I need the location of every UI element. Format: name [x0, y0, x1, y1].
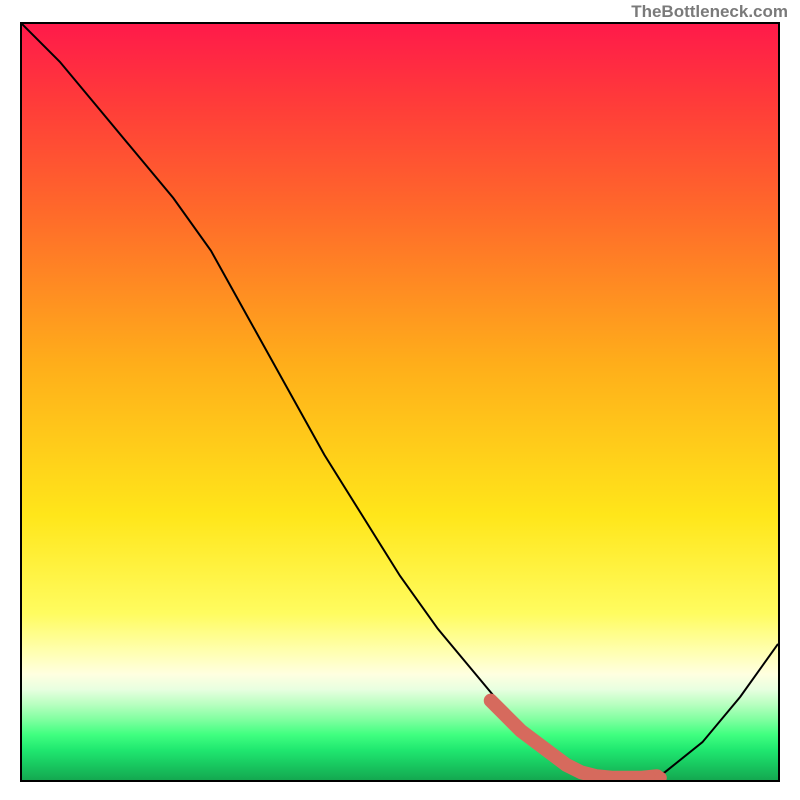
- chart-overlay: [22, 24, 778, 780]
- chart-plot-area: [20, 22, 780, 782]
- highlight-stroke: [491, 701, 657, 778]
- chart-curve: [22, 24, 778, 780]
- chart-highlight-segment: [491, 701, 667, 780]
- watermark-text: TheBottleneck.com: [631, 2, 788, 22]
